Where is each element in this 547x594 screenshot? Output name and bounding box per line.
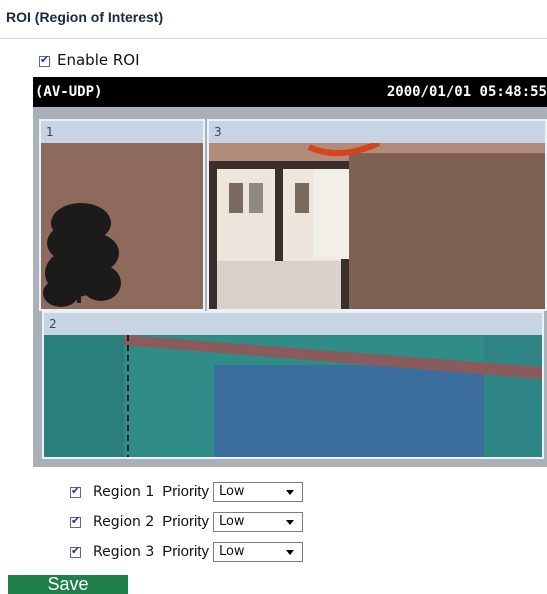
- video-preview: (AV-UDP) 2000/01/01 05:48:55 1 3 2: [33, 77, 547, 467]
- region-2-checkbox[interactable]: [70, 514, 81, 528]
- region-1-priority-label: Priority: [162, 483, 209, 500]
- title-divider: [0, 38, 547, 39]
- region-2-priority-select[interactable]: Low: [212, 512, 303, 532]
- region-1-checkbox[interactable]: [70, 484, 81, 498]
- region-1-priority-select[interactable]: Low: [212, 482, 303, 502]
- region-1-label: Region 1: [93, 484, 155, 500]
- region-3-priority-label: Priority: [162, 543, 209, 560]
- enable-roi-checkbox[interactable]: [39, 53, 50, 67]
- region-3-priority-select[interactable]: Low: [212, 542, 303, 562]
- roi-region-1-view: [41, 143, 203, 309]
- wall-image: [44, 335, 542, 457]
- region-row-1: Region 1 Priority Low: [70, 482, 303, 504]
- chevron-down-icon: [285, 550, 294, 555]
- region-2-label: Region 2: [93, 514, 155, 530]
- region-3-checkbox[interactable]: [70, 544, 81, 558]
- stream-label: (AV-UDP): [35, 84, 103, 100]
- door-image: [209, 140, 545, 309]
- chevron-down-icon: [285, 520, 294, 525]
- roi-region-2-label: 2: [44, 313, 542, 335]
- timestamp: 2000/01/01 05:48:55: [386, 84, 547, 100]
- plant-image: [41, 143, 203, 309]
- video-osd-bar: (AV-UDP) 2000/01/01 05:48:55: [33, 77, 547, 107]
- roi-region-3-view: [209, 140, 545, 309]
- roi-region-1-label: 1: [41, 121, 203, 143]
- enable-roi-label: Enable ROI: [57, 51, 140, 69]
- region-row-2: Region 2 Priority Low: [70, 512, 303, 534]
- roi-region-2-view: [44, 335, 542, 457]
- roi-region-3[interactable]: 3: [207, 119, 547, 311]
- roi-region-3-label: 3: [209, 121, 545, 143]
- save-button[interactable]: Save: [8, 575, 128, 594]
- region-3-label: Region 3: [93, 544, 155, 560]
- page-title: ROI (Region of Interest): [6, 9, 164, 25]
- roi-region-1[interactable]: 1: [39, 119, 205, 311]
- chevron-down-icon: [285, 490, 294, 495]
- region-2-priority-value: Low: [218, 514, 245, 529]
- region-2-priority-label: Priority: [162, 513, 209, 530]
- roi-region-2[interactable]: 2: [42, 311, 544, 459]
- region-1-priority-value: Low: [218, 484, 245, 499]
- region-row-3: Region 3 Priority Low: [70, 542, 303, 564]
- region-3-priority-value: Low: [218, 544, 245, 559]
